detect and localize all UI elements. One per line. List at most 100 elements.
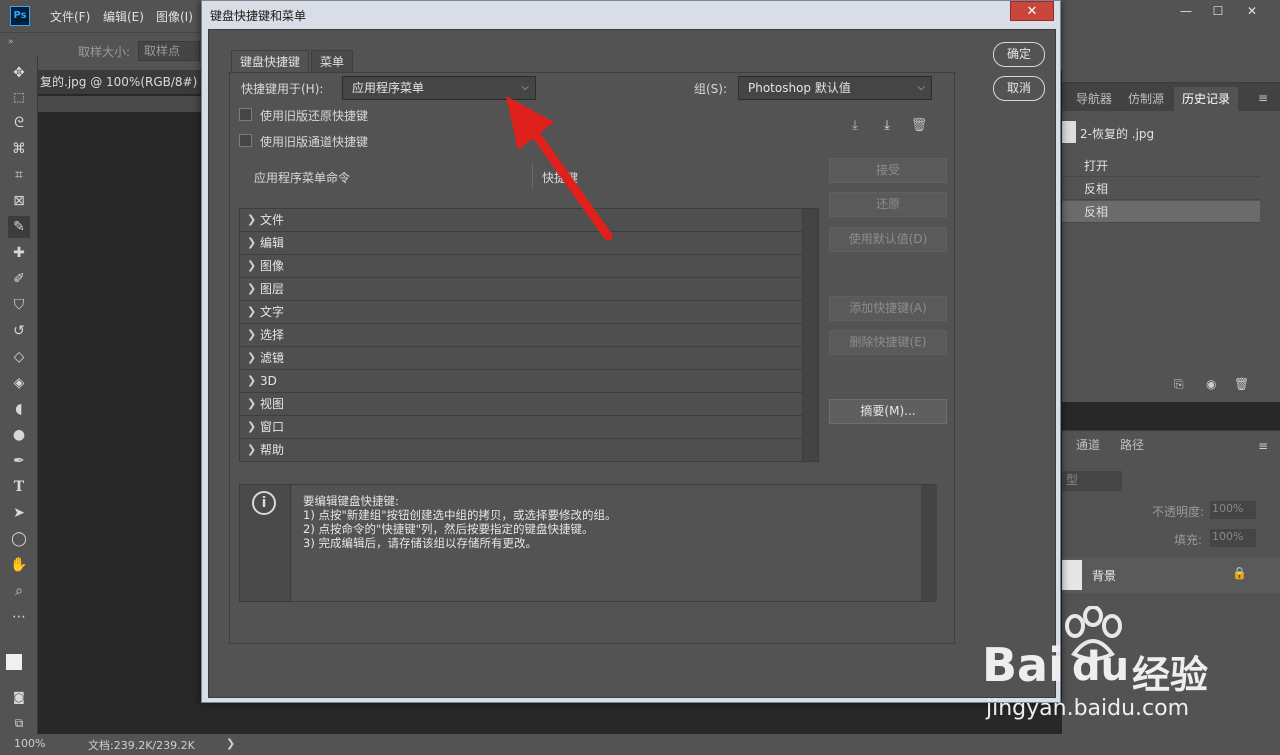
healing-brush-tool-icon[interactable]: ✚ <box>8 242 30 264</box>
undo-button[interactable]: 还原 <box>829 192 947 217</box>
foreground-color-swatch[interactable] <box>6 654 22 670</box>
new-document-icon[interactable]: ⎘ <box>1174 377 1184 392</box>
history-item[interactable]: 打开 <box>1062 155 1260 177</box>
summarize-button[interactable]: 摘要(M)... <box>829 399 947 424</box>
layer-row[interactable]: 背景 🔒 <box>1062 557 1280 593</box>
menu-file[interactable]: 文件(F) <box>50 8 90 25</box>
list-item[interactable]: ❯ 视图 <box>240 393 802 416</box>
panel-menu-icon[interactable]: ≡ <box>1258 439 1268 453</box>
history-item[interactable]: 反相 <box>1062 178 1260 200</box>
delete-set-icon[interactable]: 🗑 <box>909 116 929 136</box>
list-item[interactable]: ❯ 滤镜 <box>240 347 802 370</box>
path-select-tool-icon[interactable]: ➤ <box>8 502 30 524</box>
new-set-icon[interactable]: ⤓ <box>877 116 897 136</box>
chevron-right-icon: ❯ <box>247 397 257 410</box>
marquee-tool-icon[interactable]: ⬚ <box>8 86 30 108</box>
window-minimize-button[interactable]: — <box>1170 0 1202 22</box>
layer-thumbnail <box>1062 560 1082 590</box>
legacy-undo-checkbox[interactable] <box>239 108 252 121</box>
blur-tool-icon[interactable]: ◖ <box>8 398 30 420</box>
history-snapshot[interactable]: 2-恢复的 .jpg <box>1080 125 1154 142</box>
more-tools-icon[interactable]: ⋯ <box>8 606 30 628</box>
ok-button[interactable]: 确定 <box>993 42 1045 67</box>
zoom-level[interactable]: 100% <box>14 737 45 750</box>
document-tab[interactable]: 复的.jpg @ 100%(RGB/8#) * <box>38 70 203 94</box>
list-scrollbar[interactable] <box>802 209 818 461</box>
ellipse-tool-icon[interactable]: ◯ <box>8 528 30 550</box>
list-item[interactable]: ❯ 帮助 <box>240 439 802 462</box>
window-close-button[interactable]: ✕ <box>1236 0 1268 22</box>
dodge-tool-icon[interactable]: ● <box>8 424 30 446</box>
eraser-tool-icon[interactable]: ◇ <box>8 346 30 368</box>
list-item[interactable]: ❯ 图层 <box>240 278 802 301</box>
eyedropper-tool-icon[interactable]: ✎ <box>8 216 30 238</box>
menu-image[interactable]: 图像(I) <box>156 8 193 25</box>
watermark-brand: Bai <box>982 638 1064 692</box>
fill-input[interactable]: 100% <box>1210 529 1256 547</box>
set-select[interactable]: Photoshop 默认值 ⌵ <box>738 76 932 100</box>
frame-tool-icon[interactable]: ⊠ <box>8 190 30 212</box>
quick-select-tool-icon[interactable]: ⌘ <box>8 138 30 160</box>
list-item-label: 滤镜 <box>260 351 285 365</box>
chevron-right-icon: ❯ <box>247 213 257 226</box>
column-header-command[interactable]: 应用程序菜单命令 <box>254 169 350 186</box>
lock-icon: 🔒 <box>1232 566 1247 580</box>
legacy-channel-checkbox[interactable] <box>239 134 252 147</box>
use-default-button[interactable]: 使用默认值(D) <box>829 227 947 252</box>
trash-icon[interactable]: 🗑 <box>1234 377 1249 391</box>
sample-size-select[interactable]: 取样点 <box>138 41 200 61</box>
quick-mask-icon[interactable]: ◙ <box>8 686 30 708</box>
tab-history[interactable]: 历史记录 <box>1174 87 1239 111</box>
save-set-icon[interactable]: ⤓ <box>845 116 865 136</box>
status-arrow-icon[interactable]: ❯ <box>226 737 235 750</box>
brush-tool-icon[interactable]: ✐ <box>8 268 30 290</box>
list-item[interactable]: ❯ 3D <box>240 370 802 393</box>
list-item[interactable]: ❯ 窗口 <box>240 416 802 439</box>
collapse-icon[interactable]: » <box>8 37 14 47</box>
tab-clone-source[interactable]: 仿制源 <box>1120 87 1172 111</box>
layer-name[interactable]: 背景 <box>1092 567 1116 584</box>
layer-filter-select[interactable]: 型 <box>1062 471 1122 491</box>
delete-shortcut-button[interactable]: 删除快捷键(E) <box>829 330 947 355</box>
list-item[interactable]: ❯ 图像 <box>240 255 802 278</box>
pen-tool-icon[interactable]: ✒ <box>8 450 30 472</box>
opacity-input[interactable]: 100% <box>1210 501 1256 519</box>
list-item[interactable]: ❯ 选择 <box>240 324 802 347</box>
crop-tool-icon[interactable]: ⌗ <box>8 164 30 186</box>
list-item-label: 视图 <box>260 397 285 411</box>
history-tabs: 导航器 仿制源 历史记录 ≡ <box>1062 83 1280 111</box>
panel-menu-icon[interactable]: ≡ <box>1258 91 1268 105</box>
tab-paths[interactable]: 路径 <box>1112 433 1152 457</box>
camera-icon[interactable]: ◉ <box>1206 377 1216 391</box>
paint-bucket-tool-icon[interactable]: ◈ <box>8 372 30 394</box>
red-arrow-annotation <box>506 96 613 241</box>
window-maximize-button[interactable]: ☐ <box>1202 0 1234 22</box>
menu-edit[interactable]: 编辑(E) <box>103 8 144 25</box>
hand-tool-icon[interactable]: ✋ <box>8 554 30 576</box>
screen-mode-icon[interactable]: ⧉ <box>8 712 30 734</box>
tab-keyboard-shortcuts[interactable]: 键盘快捷键 <box>231 50 310 72</box>
history-item[interactable]: 反相 <box>1062 201 1260 223</box>
history-brush-tool-icon[interactable]: ↺ <box>8 320 30 342</box>
zoom-tool-icon[interactable]: ⌕ <box>8 580 30 602</box>
watermark-brand-du: du <box>1072 644 1130 690</box>
list-item-label: 文字 <box>260 305 285 319</box>
chevron-right-icon: ❯ <box>247 420 257 433</box>
dialog-close-button[interactable]: ✕ <box>1010 1 1054 21</box>
tab-channels[interactable]: 通道 <box>1068 433 1108 457</box>
dialog-title: 键盘快捷键和菜单 <box>210 9 307 23</box>
chevron-right-icon: ❯ <box>247 236 257 249</box>
lasso-tool-icon[interactable]: ᘓ <box>8 112 30 134</box>
tab-menus[interactable]: 菜单 <box>311 50 354 72</box>
clone-stamp-tool-icon[interactable]: ⛉ <box>8 294 30 316</box>
move-tool-icon[interactable]: ✥ <box>8 62 30 84</box>
info-icon: i <box>252 491 276 515</box>
add-shortcut-button[interactable]: 添加快捷键(A) <box>829 296 947 321</box>
opacity-label: 不透明度: <box>1152 505 1205 519</box>
cancel-button[interactable]: 取消 <box>993 76 1045 101</box>
accept-button[interactable]: 接受 <box>829 158 947 183</box>
type-tool-icon[interactable]: T <box>8 476 30 498</box>
list-item[interactable]: ❯ 文字 <box>240 301 802 324</box>
info-scrollbar[interactable] <box>921 485 937 601</box>
tab-navigator[interactable]: 导航器 <box>1068 87 1120 111</box>
